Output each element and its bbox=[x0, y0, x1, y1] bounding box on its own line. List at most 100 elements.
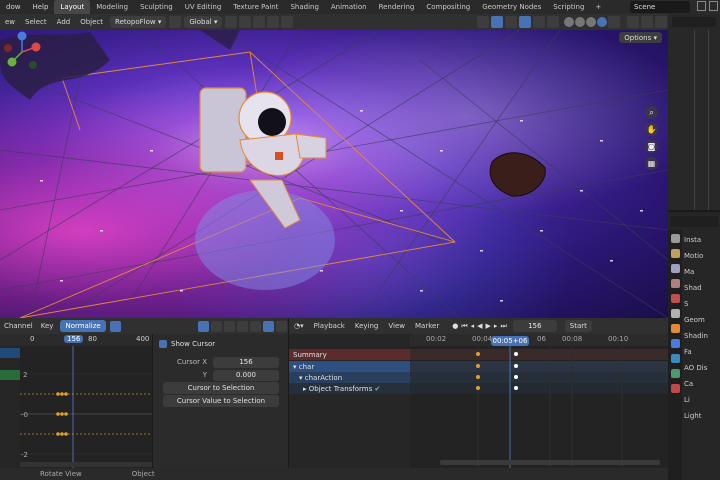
show-cursor-row[interactable]: Show Cursor bbox=[159, 338, 281, 350]
next-key-icon[interactable]: ▸ bbox=[494, 322, 498, 331]
auto-normalize-icon[interactable] bbox=[109, 320, 121, 332]
menu-keying[interactable]: Keying bbox=[350, 322, 384, 330]
overlay-toggle-icon[interactable] bbox=[519, 16, 531, 28]
menu-window[interactable]: dow bbox=[0, 3, 26, 11]
output-tab-icon[interactable] bbox=[670, 264, 680, 273]
graph-plot[interactable]: 2 -0 -2 bbox=[20, 346, 152, 468]
particles-tab-icon[interactable] bbox=[670, 354, 680, 363]
normalize-toggle[interactable]: Normalize bbox=[60, 320, 106, 332]
workspace-tab-compositing[interactable]: Compositing bbox=[420, 0, 476, 14]
object-row[interactable]: ▾ char bbox=[289, 361, 411, 372]
dopesheet-keys[interactable] bbox=[410, 334, 668, 468]
dopesheet-current-frame[interactable]: 00:05+06 bbox=[491, 336, 529, 346]
graph-ruler[interactable]: 0 156 80 400 bbox=[0, 334, 152, 346]
props-row[interactable]: Shadin bbox=[684, 328, 720, 344]
menu-playback[interactable]: Playback bbox=[309, 322, 350, 330]
funnel-icon[interactable] bbox=[237, 320, 248, 332]
start-frame-field[interactable]: Start bbox=[564, 320, 592, 332]
props-row[interactable]: S bbox=[684, 296, 720, 312]
3d-viewport[interactable]: Options ▾ ⌕ ✋ ◙ ▦ bbox=[0, 30, 668, 318]
rendered-shading-icon[interactable] bbox=[597, 17, 607, 27]
menu-help[interactable]: Help bbox=[26, 3, 54, 11]
material-shading-icon[interactable] bbox=[586, 17, 596, 27]
props-row[interactable]: Shad bbox=[684, 280, 720, 296]
workspace-tab-shading[interactable]: Shading bbox=[284, 0, 324, 14]
scene-tab-icon[interactable] bbox=[670, 294, 680, 303]
keyframe-toggle-icon[interactable]: ✔ bbox=[374, 385, 380, 393]
scene-selector[interactable]: Scene bbox=[630, 1, 690, 13]
workspace-tab-texture-paint[interactable]: Texture Paint bbox=[227, 0, 284, 14]
pivot-icon[interactable] bbox=[225, 16, 238, 28]
props-row[interactable]: Li bbox=[684, 392, 720, 408]
transform-orientation-dropdown[interactable]: Global ▾ bbox=[184, 16, 223, 28]
solid-shading-icon[interactable] bbox=[575, 17, 585, 27]
outliner[interactable] bbox=[668, 14, 720, 212]
workspace-tab-layout[interactable]: Layout bbox=[54, 0, 91, 14]
cursor-value-to-selection-button[interactable]: Cursor Value to Selection bbox=[163, 395, 279, 407]
props-row[interactable]: AO Dis bbox=[684, 360, 720, 376]
channel-row-blue[interactable] bbox=[0, 348, 20, 358]
options-dropdown[interactable]: Options ▾ bbox=[619, 32, 662, 43]
jump-start-icon[interactable]: ⏮ bbox=[461, 322, 467, 331]
render-tab-icon[interactable] bbox=[670, 249, 680, 258]
wireframe-shading-icon[interactable] bbox=[564, 17, 574, 27]
object-tab-icon[interactable] bbox=[670, 324, 680, 333]
menu-key[interactable]: Key bbox=[37, 322, 58, 330]
props-row[interactable]: Motio bbox=[684, 248, 720, 264]
workspace-tab-uv-editing[interactable]: UV Editing bbox=[179, 0, 228, 14]
workspace-tab-sculpting[interactable]: Sculpting bbox=[134, 0, 179, 14]
proportional-edit-icon[interactable] bbox=[267, 16, 280, 28]
navigation-gizmo[interactable] bbox=[0, 30, 44, 74]
current-frame-field[interactable]: 156 bbox=[512, 320, 557, 332]
menu-add[interactable]: Add bbox=[52, 18, 76, 26]
data-tab-icon[interactable] bbox=[670, 384, 680, 393]
summary-row[interactable]: Summary bbox=[289, 349, 411, 360]
filter-icon[interactable] bbox=[211, 320, 222, 332]
workspace-tab-animation[interactable]: Animation bbox=[325, 0, 373, 14]
properties-search[interactable] bbox=[670, 216, 718, 227]
editor-type-icon[interactable]: ◔▾ bbox=[289, 322, 309, 330]
shading-dropdown-icon[interactable] bbox=[608, 16, 620, 28]
pivot-graph-icon[interactable] bbox=[250, 320, 261, 332]
menu-select[interactable]: Select bbox=[20, 18, 52, 26]
snap-target-icon[interactable] bbox=[253, 16, 266, 28]
physics-tab-icon[interactable] bbox=[670, 369, 680, 378]
dopesheet-ruler[interactable]: 00:02 00:04 06 00:08 00:10 bbox=[410, 334, 668, 346]
zoom-icon[interactable]: ⌕ bbox=[645, 106, 658, 119]
jump-end-icon[interactable]: ⏭ bbox=[500, 322, 506, 331]
menu-view[interactable]: ew bbox=[0, 18, 20, 26]
select-cursor-icon[interactable] bbox=[198, 320, 209, 332]
tool-tab-icon[interactable] bbox=[670, 234, 680, 243]
gizmo-dropdown-icon[interactable] bbox=[505, 16, 517, 28]
outliner-search[interactable] bbox=[672, 17, 716, 27]
props-row[interactable]: Insta bbox=[684, 232, 720, 248]
retopoflow-menu[interactable]: RetopoFlow ▾ bbox=[110, 16, 167, 28]
show-cursor-checkbox[interactable] bbox=[159, 340, 167, 348]
play-icon[interactable]: ▶ bbox=[486, 322, 491, 331]
record-icon[interactable]: ● bbox=[452, 322, 458, 331]
xray-icon[interactable] bbox=[547, 16, 559, 28]
proportional-graph-icon[interactable] bbox=[263, 320, 274, 332]
workspace-tab-rendering[interactable]: Rendering bbox=[373, 0, 421, 14]
graph-current-frame[interactable]: 156 bbox=[64, 335, 84, 343]
workspace-tab-scripting[interactable]: Scripting bbox=[547, 0, 590, 14]
menu-marker[interactable]: Marker bbox=[410, 322, 444, 330]
pan-hand-icon[interactable]: ✋ bbox=[645, 123, 658, 136]
perspective-grid-icon[interactable]: ▦ bbox=[645, 157, 658, 170]
window-close-icon[interactable] bbox=[709, 1, 718, 11]
channel-row-green[interactable] bbox=[0, 370, 20, 380]
props-row[interactable]: Geom bbox=[684, 312, 720, 328]
cursor-y-value[interactable]: 0.000 bbox=[213, 369, 279, 381]
window-maximize-icon[interactable] bbox=[697, 1, 706, 11]
prev-key-icon[interactable]: ◂ bbox=[471, 322, 475, 331]
modifiers-tab-icon[interactable] bbox=[670, 339, 680, 348]
menu-view[interactable]: View bbox=[383, 322, 410, 330]
cursor-x-value[interactable]: 156 bbox=[213, 356, 279, 368]
props-row[interactable]: Light bbox=[684, 408, 720, 424]
menu-object[interactable]: Object bbox=[75, 18, 108, 26]
gizmo-toggle-icon[interactable] bbox=[491, 16, 503, 28]
pause-render-icon[interactable] bbox=[627, 16, 639, 28]
camera-icon[interactable]: ◙ bbox=[645, 140, 658, 153]
snap-icon[interactable] bbox=[239, 16, 252, 28]
add-workspace-icon[interactable]: + bbox=[590, 3, 606, 11]
